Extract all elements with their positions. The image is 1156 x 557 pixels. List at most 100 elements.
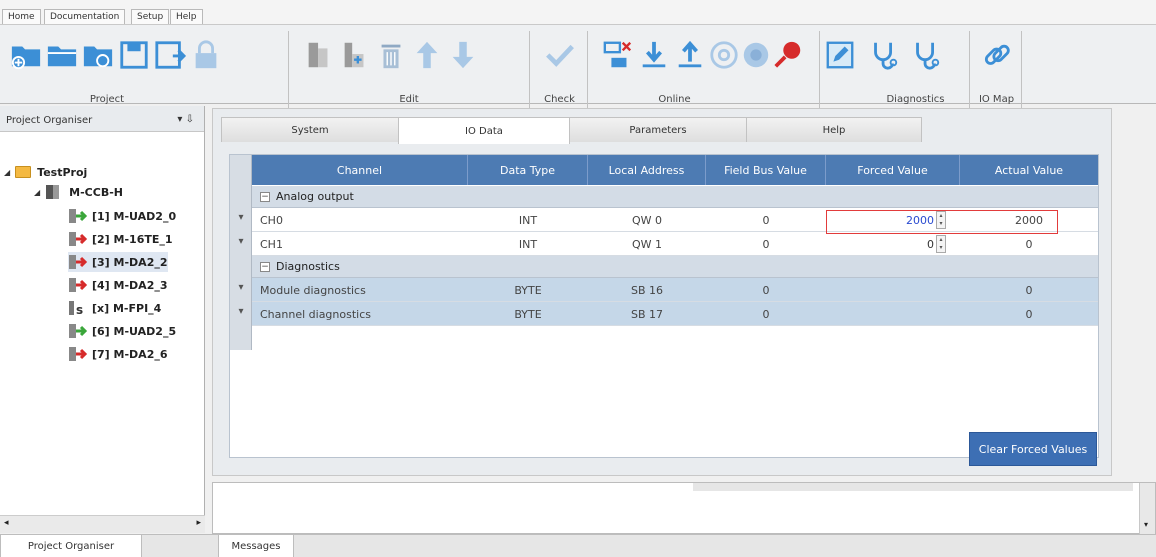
group-row[interactable]: − Analog output [252, 186, 1098, 208]
check-icon[interactable] [544, 35, 576, 75]
collapse-icon[interactable]: − [260, 261, 270, 272]
move-up-icon[interactable] [411, 35, 443, 75]
ribbon-group-iomap: IO Map [972, 31, 1022, 109]
table-row[interactable]: CH1 INT QW 1 0 0 ▴ ▾ 0 [252, 232, 1098, 256]
menu-tab-documentation[interactable]: Documentation [44, 9, 126, 24]
disconnect-icon[interactable] [602, 35, 634, 75]
menu-tab-setup[interactable]: Setup [131, 9, 170, 24]
tab-system[interactable]: System [221, 117, 399, 142]
tree-item-project[interactable]: ◢ TestProj [4, 162, 87, 182]
folder-icon [15, 166, 32, 178]
tab-project-organiser[interactable]: Project Organiser [0, 535, 142, 557]
column-header-local-address[interactable]: Local Address [588, 155, 706, 185]
ribbon-group-online: Online [590, 31, 820, 109]
tree-item-module[interactable]: [2] M-16TE_1 [68, 229, 173, 249]
tab-parameters[interactable]: Parameters [569, 117, 747, 142]
tree-expand-icon[interactable]: ◢ [4, 168, 10, 177]
spinner-icon[interactable]: ▴ ▾ [936, 235, 946, 253]
tree-item-module[interactable]: [6] M-UAD2_5 [68, 321, 176, 341]
cell-address: QW 1 [631, 237, 663, 251]
row-marker-icon[interactable]: ▾ [230, 278, 252, 302]
edit-online-icon[interactable] [824, 35, 856, 75]
io-map-link-icon[interactable] [981, 35, 1013, 75]
tree-item-module[interactable]: [4] M-DA2_3 [68, 275, 168, 295]
ribbon-group-edit-online [820, 31, 862, 109]
module-green-arrow-icon [68, 323, 88, 339]
ribbon-group-diagnostics-label: Diagnostics [886, 94, 945, 105]
row-marker-icon[interactable]: ▾ [230, 302, 252, 326]
cell-type: INT [518, 213, 538, 227]
ribbon-group-edit: Edit [289, 31, 530, 109]
save-as-icon[interactable] [154, 35, 186, 75]
tree-item-label: [3] M-DA2_2 [92, 255, 168, 269]
ribbon-group-project-label: Project [89, 94, 125, 105]
menu-bar: Home Documentation Setup Help [0, 0, 1156, 24]
row-marker-icon[interactable]: ▾ [230, 208, 252, 232]
lock-icon[interactable] [190, 35, 222, 75]
add-module-icon[interactable] [303, 35, 335, 75]
new-project-icon[interactable] [10, 35, 42, 75]
scroll-down-icon[interactable]: ▾ [1144, 520, 1148, 529]
tab-help[interactable]: Help [746, 117, 922, 142]
menu-tab-help[interactable]: Help [170, 9, 203, 24]
tree-item-label: [6] M-UAD2_5 [92, 324, 177, 338]
scroll-left-icon[interactable]: ◂ [4, 518, 9, 528]
column-header-field-bus-value[interactable]: Field Bus Value [706, 155, 826, 185]
ribbon-group-project: Project [6, 31, 289, 109]
online-project-icon[interactable] [82, 35, 114, 75]
cell-actual: 0 [1025, 307, 1033, 321]
forced-value-input[interactable]: 0 [830, 235, 938, 253]
tree-item-module[interactable]: [1] M-UAD2_0 [68, 206, 176, 226]
tree-item-label: [1] M-UAD2_0 [92, 209, 177, 223]
highlight-box [826, 210, 1058, 234]
cell-fieldbus: 0 [762, 237, 770, 251]
key-icon[interactable] [772, 35, 804, 75]
organiser-horizontal-scrollbar[interactable]: ◂ ▸ [0, 515, 205, 533]
delete-icon[interactable] [375, 35, 407, 75]
column-header-channel[interactable]: Channel [252, 155, 468, 185]
controller-icon [45, 184, 65, 200]
cell-fieldbus: 0 [762, 213, 770, 227]
menu-tab-home[interactable]: Home [2, 9, 41, 24]
pin-icon[interactable]: ▾ ⇩ [177, 114, 194, 125]
run-icon[interactable] [708, 35, 740, 75]
download-icon[interactable] [638, 35, 670, 75]
tab-io-data[interactable]: IO Data [398, 117, 570, 144]
move-down-icon[interactable] [447, 35, 479, 75]
upload-icon[interactable] [674, 35, 706, 75]
cell-fieldbus: 0 [762, 283, 770, 297]
column-header-forced-value[interactable]: Forced Value [826, 155, 960, 185]
diagnostics-system-icon[interactable] [910, 35, 942, 75]
clear-forced-values-button[interactable]: Clear Forced Values [969, 432, 1097, 466]
messages-vertical-scrollbar[interactable]: ▾ [1139, 483, 1155, 535]
column-header-data-type[interactable]: Data Type [468, 155, 588, 185]
diagnostics-module-icon[interactable] [868, 35, 900, 75]
group-label: Analog output [276, 190, 354, 203]
column-header-actual-value[interactable]: Actual Value [960, 155, 1098, 185]
group-row[interactable]: − Diagnostics [252, 256, 1098, 278]
tab-messages[interactable]: Messages [218, 535, 294, 557]
cell-address: SB 16 [630, 283, 664, 297]
ribbon-group-diagnostics: Diagnostics [862, 31, 970, 109]
row-marker-icon[interactable]: ▾ [230, 232, 252, 256]
module-detail-panel: System IO Data Parameters Help Channel D… [212, 108, 1112, 476]
save-icon[interactable] [118, 35, 150, 75]
stop-icon[interactable] [740, 35, 772, 75]
tree-item-module[interactable]: s [x] M-FPI_4 [68, 298, 161, 318]
cell-channel: Channel diagnostics [260, 307, 371, 321]
open-project-icon[interactable] [46, 35, 78, 75]
cell-forced[interactable]: 0 ▴ ▾ [826, 232, 960, 256]
collapse-icon[interactable]: − [260, 191, 270, 202]
module-red-arrow-icon [68, 254, 88, 270]
tree-item-controller[interactable]: ◢ M-CCB-H [34, 182, 123, 202]
scroll-right-icon[interactable]: ▸ [196, 518, 201, 528]
table-row[interactable]: Channel diagnostics BYTE SB 17 0 0 [252, 302, 1098, 326]
tree-item-module[interactable]: [3] M-DA2_2 [68, 252, 168, 272]
table-row[interactable]: Module diagnostics BYTE SB 16 0 0 [252, 278, 1098, 302]
tree-item-label: M-CCB-H [69, 185, 123, 199]
ribbon-toolbar: Project Edit Check Online Diagnostics IO… [0, 24, 1156, 109]
insert-module-icon[interactable] [339, 35, 371, 75]
ribbon-group-online-label: Online [658, 94, 691, 105]
tree-expand-icon[interactable]: ◢ [34, 188, 40, 197]
tree-item-module[interactable]: [7] M-DA2_6 [68, 344, 168, 364]
